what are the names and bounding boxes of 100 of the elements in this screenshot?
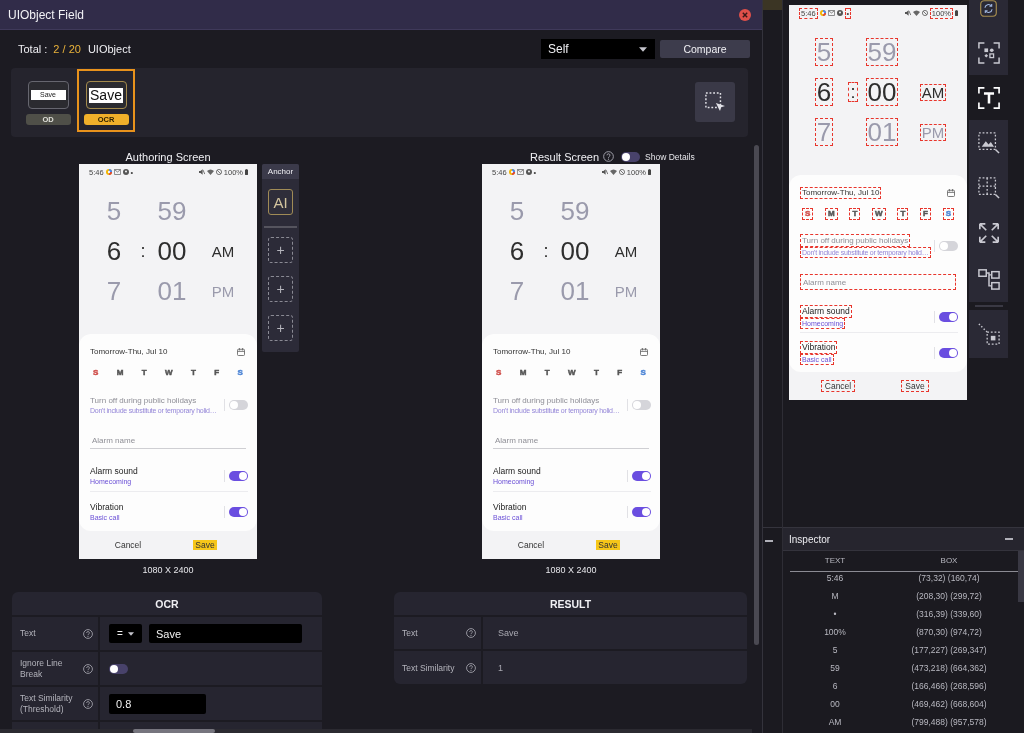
operator-dropdown[interactable]: = (109, 624, 142, 643)
weekday-label[interactable]: M (115, 367, 125, 378)
weekday-label[interactable]: S (236, 367, 244, 378)
thumbnail-text: Save (89, 87, 123, 103)
toggle-switch[interactable] (109, 663, 128, 674)
column-header: TEXT (824, 556, 846, 566)
tool-button[interactable] (969, 256, 1008, 302)
result-value: Save (498, 628, 519, 638)
help-icon[interactable] (83, 663, 93, 674)
resolution-label: 1080 X 2400 (545, 565, 597, 575)
alarm-name-field[interactable]: Alarm name (800, 274, 956, 290)
weekday-label[interactable]: S (92, 367, 100, 378)
scope-dropdown[interactable]: Self (541, 39, 655, 59)
minute-text: 59 (560, 198, 590, 224)
setting-title: Alarm sound (90, 466, 138, 477)
table-cell: 100% (824, 627, 846, 637)
toggle-switch[interactable] (229, 507, 248, 517)
time-separator: : (543, 242, 549, 260)
battery-icon (955, 10, 958, 16)
calendar-icon[interactable] (947, 188, 955, 197)
vertical-scrollbar[interactable] (754, 145, 759, 645)
cancel-button[interactable]: Cancel (515, 540, 547, 550)
add-anchor-button[interactable]: + (268, 276, 293, 302)
screen-title: Authoring Screen (125, 150, 211, 163)
toggle-switch[interactable] (621, 151, 641, 162)
weekday-label[interactable]: T (899, 208, 907, 219)
cancel-button[interactable]: Cancel (112, 540, 144, 550)
app-icon (819, 10, 826, 16)
wifi-icon (609, 169, 617, 175)
anchor-header: Anchor (262, 164, 299, 179)
battery-icon (648, 169, 651, 175)
toggle-switch[interactable] (229, 471, 248, 481)
add-anchor-button[interactable]: + (268, 315, 293, 341)
result-value: 1 (498, 663, 503, 673)
text-input[interactable]: Save (149, 624, 302, 643)
minute-text: 00 (157, 238, 187, 264)
total-label: Total : (18, 43, 48, 55)
tool-button[interactable] (969, 120, 1008, 165)
toggle-switch[interactable] (939, 312, 958, 322)
weekday-label[interactable]: M (518, 367, 528, 378)
hour-text: 5 (816, 39, 832, 65)
blocked-icon (215, 169, 222, 175)
screen-title: Result Screen (530, 150, 600, 163)
threshold-input[interactable]: 0.8 (109, 693, 206, 714)
help-icon[interactable] (83, 628, 93, 639)
save-button[interactable]: Save (596, 540, 620, 550)
weekday-label[interactable]: F (213, 367, 221, 378)
toggle-switch[interactable] (939, 348, 958, 358)
weekday-label[interactable]: S (495, 367, 503, 378)
cancel-button[interactable]: Cancel (822, 381, 854, 391)
weekday-label[interactable]: F (616, 367, 624, 378)
weekday-label[interactable]: T (851, 208, 859, 219)
table-cell: 5 (832, 645, 838, 655)
help-icon[interactable] (466, 663, 476, 673)
help-icon[interactable] (466, 628, 476, 638)
table-cell: 6 (832, 681, 838, 691)
save-button[interactable]: Save (193, 540, 217, 550)
weekday-label[interactable]: S (944, 208, 952, 219)
setting-title: Vibration (493, 502, 527, 513)
minute-text: 59 (157, 198, 187, 224)
minute-text: 00 (867, 79, 897, 105)
weekday-label[interactable]: M (827, 208, 836, 219)
wifi-icon (206, 169, 214, 175)
weekday-label[interactable]: T (543, 367, 551, 378)
time-separator: : (850, 83, 856, 101)
help-icon[interactable] (83, 698, 93, 709)
hierarchy-icon (977, 268, 1000, 290)
close-icon[interactable] (739, 8, 751, 21)
table-cell: (316,39) (339,60) (916, 609, 982, 619)
calendar-icon[interactable] (640, 347, 648, 356)
calendar-icon[interactable] (237, 347, 245, 356)
mute-icon (601, 169, 608, 175)
weekday-label[interactable]: S (639, 367, 647, 378)
resolution-label: 1080 X 2400 (142, 565, 194, 575)
save-button[interactable]: Save (903, 381, 927, 391)
tool-button[interactable] (969, 30, 1008, 75)
weekday-label[interactable]: F (922, 208, 929, 219)
capture-button[interactable] (695, 82, 735, 122)
column-header: BOX (940, 556, 958, 566)
total-unit: UIObject (87, 43, 131, 55)
weekday-label[interactable]: T (593, 367, 600, 378)
ai-anchor-button[interactable]: AI (268, 189, 293, 215)
help-icon[interactable] (603, 151, 615, 162)
weekday-label[interactable]: T (190, 367, 197, 378)
toggle-switch[interactable] (632, 507, 651, 517)
weekday-label[interactable]: T (140, 367, 148, 378)
rotate-icon (980, 0, 997, 17)
table-cell: (469,462) (668,604) (911, 699, 987, 709)
weekday-label[interactable]: W (164, 367, 174, 378)
object-scan-icon (977, 41, 1000, 64)
weekday-label[interactable]: W (567, 367, 577, 378)
hour-text: 5 (509, 198, 525, 224)
add-anchor-button[interactable]: + (268, 237, 293, 263)
compare-button[interactable]: Compare (660, 40, 750, 58)
hour-text: 6 (509, 238, 525, 264)
weekday-label[interactable]: S (804, 208, 812, 219)
scrollbar[interactable] (1018, 551, 1024, 602)
toggle-switch[interactable] (632, 471, 651, 481)
weekday-label[interactable]: W (874, 208, 884, 219)
table-cell: 00 (830, 699, 840, 709)
